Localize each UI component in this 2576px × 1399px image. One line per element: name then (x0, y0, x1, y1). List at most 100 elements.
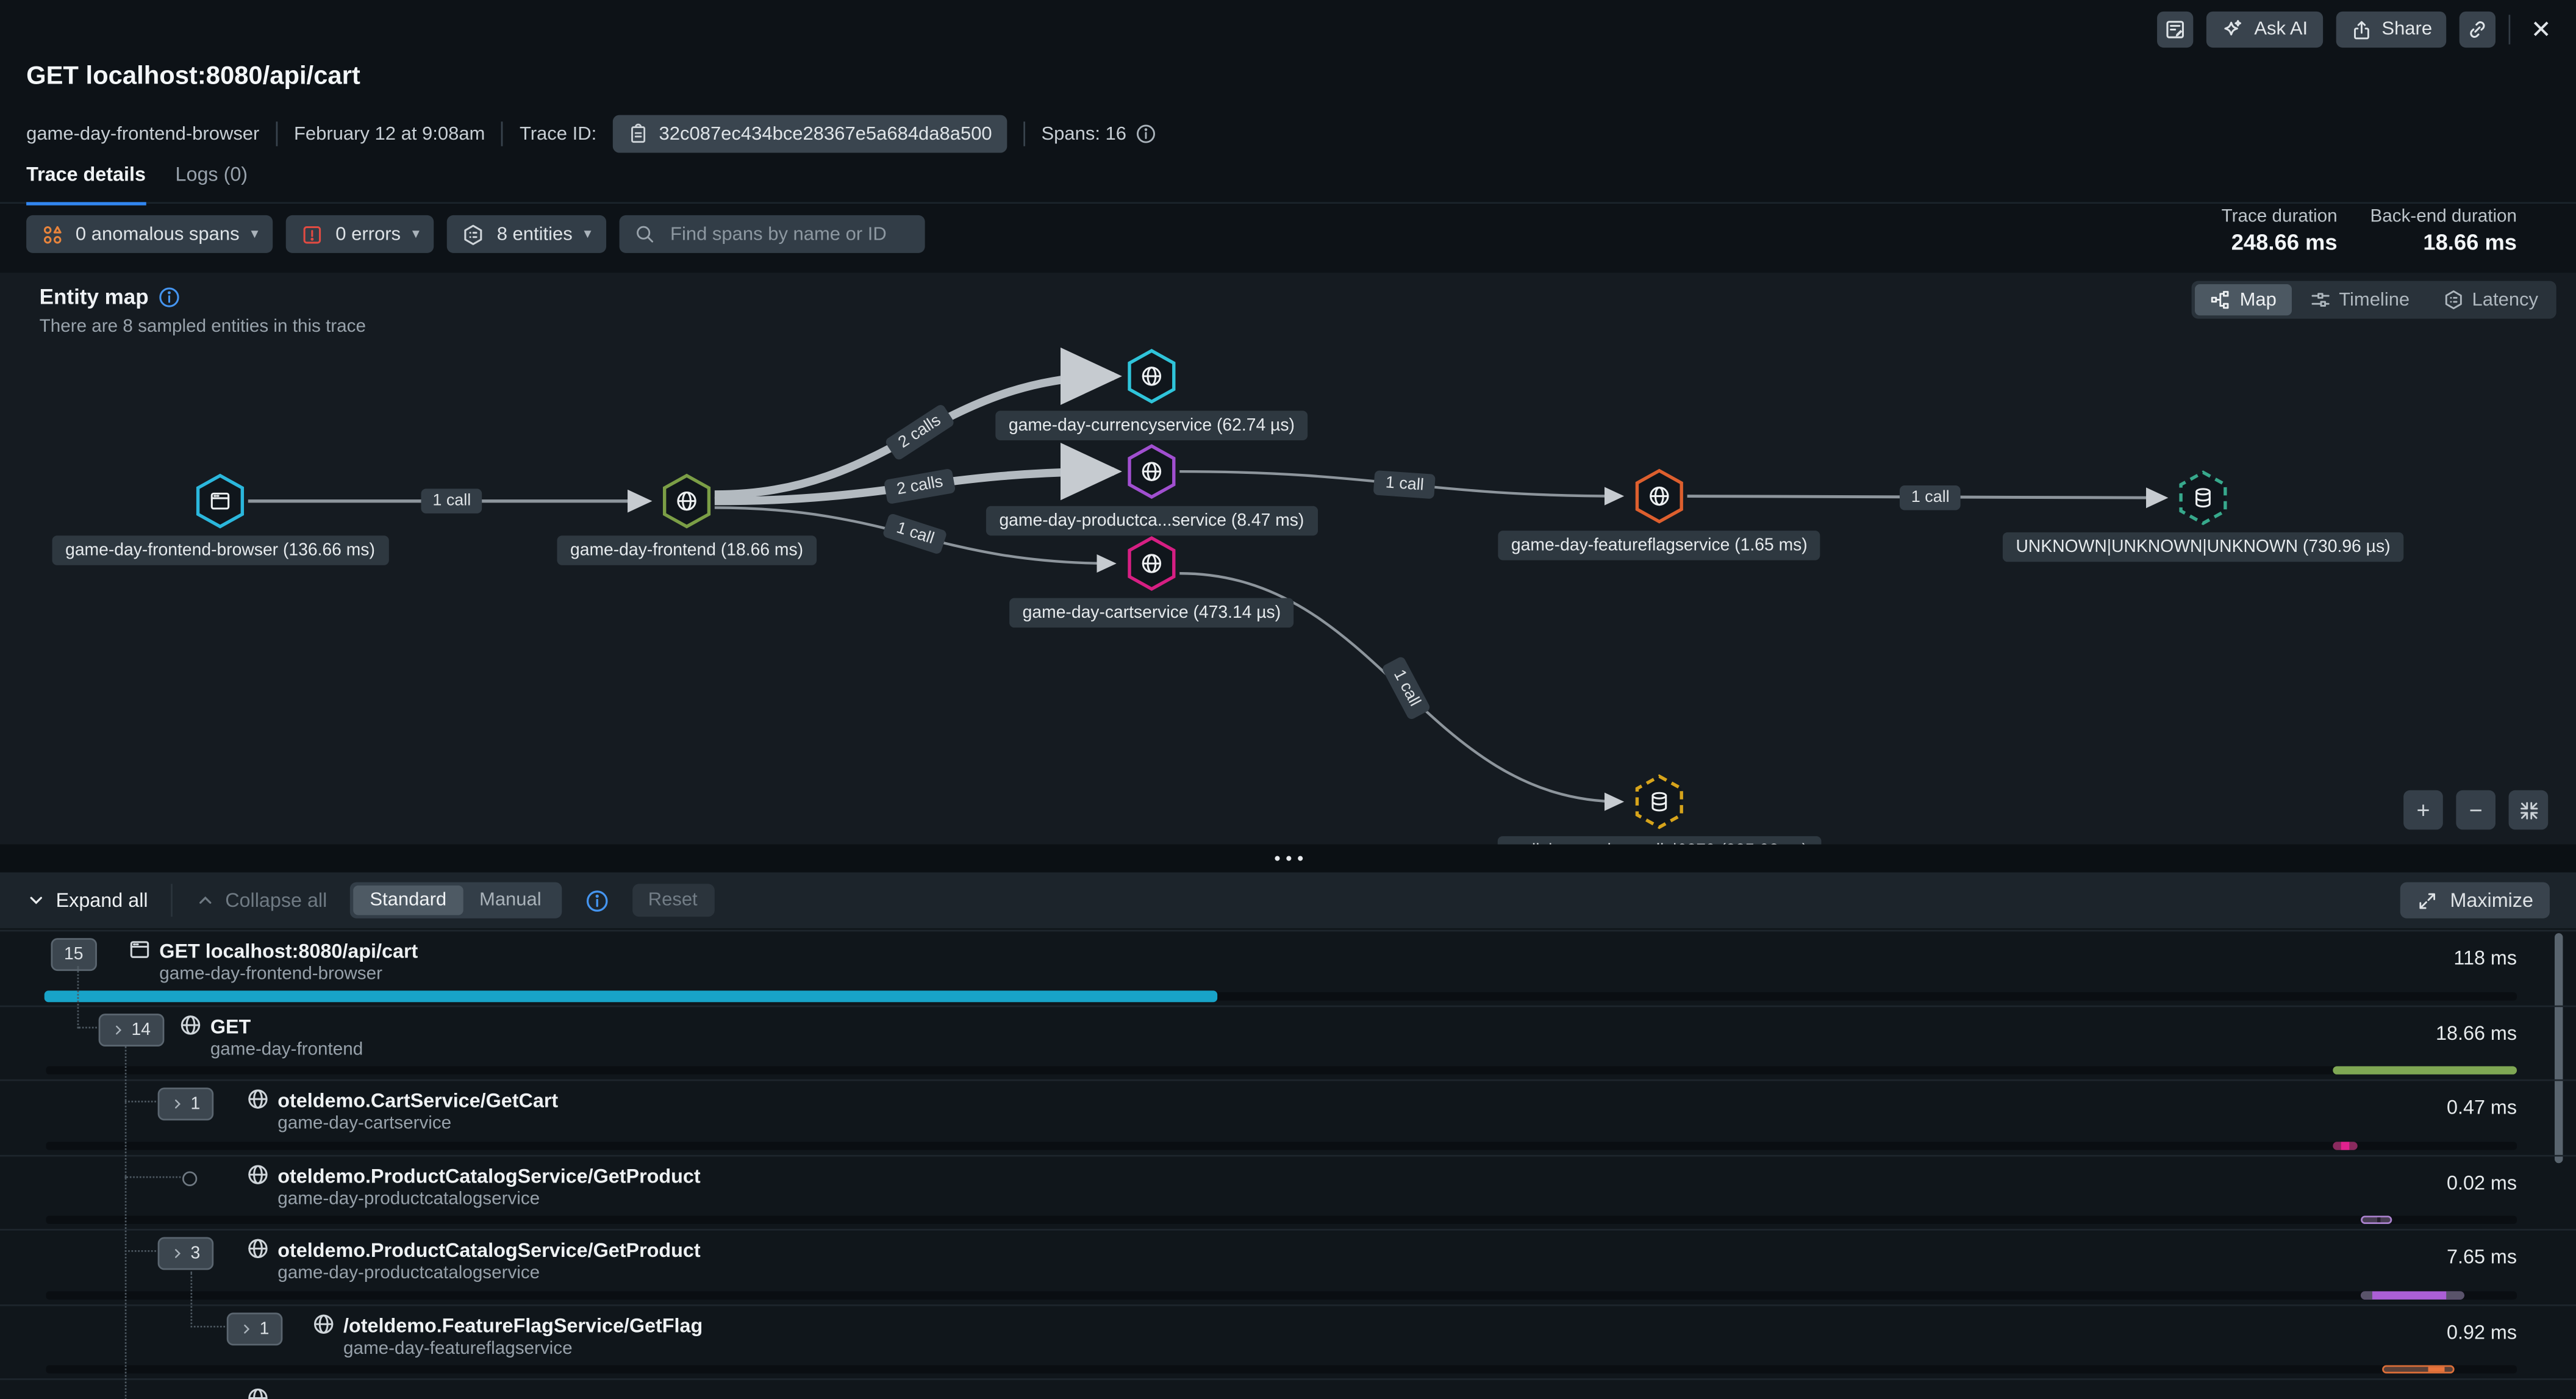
errors-filter[interactable]: 0 errors▾ (286, 215, 434, 253)
mode-manual[interactable]: Manual (463, 886, 557, 915)
span-row-5[interactable]: 1/oteldemo.FeatureFlagService/GetFlaggam… (0, 1304, 2576, 1379)
map-node-label-frontend: game-day-frontend (18.66 ms) (557, 535, 816, 565)
map-zoom-controls: + − (2403, 790, 2548, 830)
expand-badge[interactable]: 14 (99, 1013, 164, 1046)
info-icon[interactable] (584, 888, 609, 912)
chevron-down-icon (26, 890, 46, 910)
hexagon-icon (462, 223, 485, 246)
leaf-node-dot (182, 1170, 197, 1185)
map-node-frontend[interactable] (662, 473, 712, 529)
tree-guide-line (190, 1272, 192, 1324)
close-icon[interactable]: ✕ (2524, 15, 2558, 44)
fit-view-button[interactable] (2509, 790, 2549, 830)
span-track (46, 1365, 2517, 1373)
search-input[interactable] (667, 223, 911, 246)
page-title: GET localhost:8080/api/cart (26, 62, 360, 91)
globe-icon (1140, 552, 1164, 575)
map-node-label-product: game-day-productca...service (8.47 ms) (986, 506, 1317, 535)
span-bar[interactable] (2333, 1066, 2517, 1074)
span-name: oteldemo.ProductCatalogService/GetProduc… (277, 1164, 700, 1187)
expand-badge[interactable]: 15 (51, 938, 97, 971)
backend-duration-label: Back-end duration (2370, 207, 2517, 226)
anomalous-icon (41, 223, 64, 246)
expand-badge[interactable]: 3 (158, 1237, 213, 1270)
tab-logs[interactable]: Logs (0) (175, 163, 248, 202)
map-node-unknown[interactable] (2178, 470, 2228, 526)
maximize-button[interactable]: Maximize (2401, 882, 2550, 918)
span-service: game-day-frontend-browser (159, 964, 382, 984)
span-row-1[interactable]: 14GETgame-day-frontend18.66 ms (0, 1004, 2576, 1079)
span-duration: 0.92 ms (2447, 1320, 2517, 1344)
span-row-6[interactable] (0, 1378, 2576, 1399)
span-name: /oteldemo.FeatureFlagService/GetFlag (343, 1314, 703, 1337)
tab-trace-details[interactable]: Trace details (26, 163, 146, 206)
span-row-0[interactable]: 15GET localhost:8080/api/cartgame-day-fr… (0, 930, 2576, 1005)
map-node-product[interactable] (1127, 443, 1176, 499)
clipboard-icon (628, 123, 649, 145)
expand-badge[interactable]: 1 (227, 1312, 282, 1345)
panel-resize-handle[interactable] (0, 845, 2576, 873)
collapse-arrows-icon (2517, 800, 2539, 821)
link-icon (2467, 18, 2490, 41)
span-track (46, 1290, 2517, 1298)
edge-label-product-featureflag: 1 call (1373, 470, 1436, 499)
expand-badge[interactable]: 1 (158, 1087, 213, 1120)
mode-standard[interactable]: Standard (353, 886, 463, 915)
span-row-3[interactable]: oteldemo.ProductCatalogService/GetProduc… (0, 1154, 2576, 1229)
map-node-featureflag[interactable] (1634, 468, 1684, 524)
reset-button[interactable]: Reset (632, 884, 714, 917)
span-bar[interactable] (2361, 1215, 2392, 1223)
edge-label-browser-frontend: 1 call (421, 488, 482, 513)
ask-ai-button[interactable]: Ask AI (2206, 12, 2322, 48)
copy-link-button[interactable] (2460, 12, 2496, 48)
tree-guide-line (125, 1101, 156, 1103)
trace-id-chip[interactable]: 32c087ec434bce28367e5a684da8a500 (613, 115, 1007, 153)
zoom-in-button[interactable]: + (2403, 790, 2443, 830)
globe-icon (246, 1387, 270, 1399)
span-bar[interactable] (2361, 1290, 2464, 1298)
span-bar[interactable] (45, 990, 1217, 1001)
span-duration: 0.02 ms (2447, 1170, 2517, 1193)
divider (2510, 15, 2511, 44)
edge-label-featureflag-unknown: 1 call (1900, 485, 1961, 510)
zoom-out-button[interactable]: − (2456, 790, 2496, 830)
globe-icon (246, 1237, 270, 1260)
expand-all-button[interactable]: Expand all (26, 889, 148, 912)
entities-filter[interactable]: 8 entities▾ (448, 215, 606, 253)
chevron-right-icon (112, 1023, 125, 1036)
map-node-label-featureflag: game-day-featureflagservice (1.65 ms) (1498, 531, 1820, 560)
span-row-2[interactable]: 1oteldemo.CartService/GetCartgame-day-ca… (0, 1079, 2576, 1154)
filter-bar: 0 anomalous spans▾ 0 errors▾ 8 entities▾ (26, 215, 925, 253)
map-node-cart[interactable] (1127, 535, 1176, 592)
edge-label-frontend-product: 2 calls (884, 468, 956, 505)
map-node-label-redis: redis|game-day-redis|6379 (325.93 µs) (1498, 836, 1821, 844)
span-track (46, 1215, 2517, 1223)
search-icon (634, 223, 656, 245)
backend-duration-value: 18.66 ms (2423, 230, 2517, 254)
map-node-redis[interactable] (1634, 774, 1684, 830)
span-waterfall: 15GET localhost:8080/api/cartgame-day-fr… (0, 928, 2576, 1399)
database-icon (2192, 486, 2215, 509)
globe-icon (246, 1087, 270, 1111)
span-search (620, 215, 925, 253)
globe-icon (179, 1013, 202, 1036)
span-name: oteldemo.CartService/GetCart (277, 1089, 558, 1112)
map-node-label-currency: game-day-currencyservice (62.74 µs) (995, 410, 1308, 440)
globe-icon (1648, 485, 1671, 508)
header-actions: Ask AI Share ✕ (2157, 12, 2558, 48)
trace-timestamp: February 12 at 9:08am (294, 124, 485, 143)
map-node-browser[interactable] (196, 473, 245, 529)
globe-icon (312, 1312, 335, 1335)
map-node-currency[interactable] (1127, 348, 1176, 404)
annotate-button[interactable] (2157, 12, 2193, 48)
span-bar[interactable] (2382, 1365, 2455, 1373)
tree-guide-line (125, 1250, 156, 1252)
anomalous-spans-filter[interactable]: 0 anomalous spans▾ (26, 215, 273, 253)
span-row-4[interactable]: 3oteldemo.ProductCatalogService/GetProdu… (0, 1229, 2576, 1304)
share-button[interactable]: Share (2336, 12, 2447, 48)
span-bar[interactable] (2333, 1141, 2357, 1149)
collapse-all-button[interactable]: Collapse all (196, 889, 327, 912)
share-icon (2350, 19, 2372, 40)
info-icon[interactable] (1135, 123, 1156, 145)
duration-summary: Trace duration 248.66 ms Back-end durati… (2222, 207, 2517, 254)
